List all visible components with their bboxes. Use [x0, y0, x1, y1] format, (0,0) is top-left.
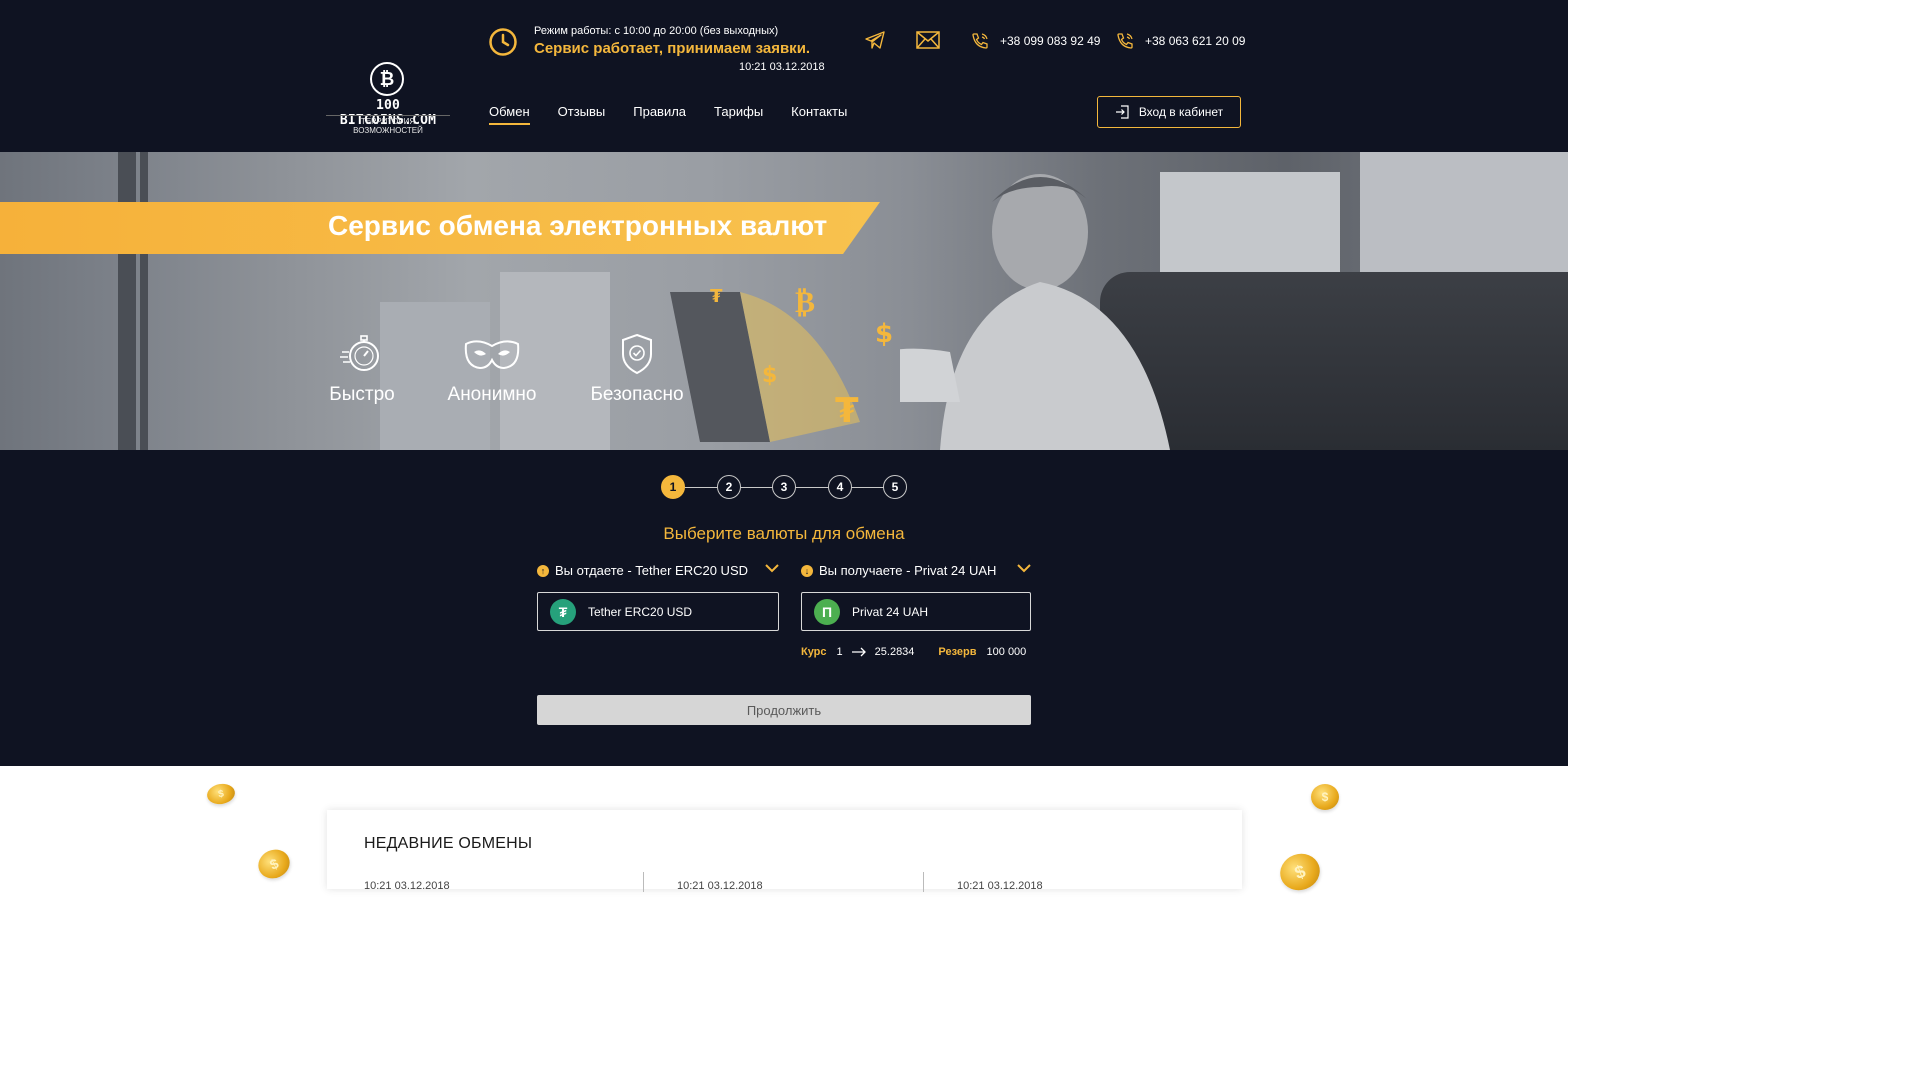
feature-secure-label: Безопасно	[590, 384, 684, 405]
svg-text:₮: ₮	[710, 286, 723, 307]
step-indicator: 1 2 3 4 5	[661, 475, 911, 499]
give-currency-label[interactable]: ↑ Вы отдаете - Tether ERC20 USD	[537, 563, 748, 578]
rate-info: Курс 1 25.2834 Резерв 100 000	[801, 646, 1026, 658]
recent-exchanges-section: $ $ $ $ НЕДАВНИЕ ОБМЕНЫ 10:21 03.12.2018…	[0, 766, 1568, 896]
phone-icon	[1117, 33, 1133, 49]
svg-text:$: $	[875, 319, 893, 349]
arrow-right-icon	[851, 647, 866, 657]
gold-coin-icon: $	[253, 844, 295, 884]
nav-item-exchange[interactable]: Обмен	[489, 104, 530, 125]
tether-icon: ₮	[550, 598, 576, 625]
phone-number-1[interactable]: +38 099 083 92 49	[1000, 34, 1100, 48]
telegram-icon[interactable]	[864, 30, 886, 50]
mail-icon[interactable]	[916, 31, 940, 49]
feature-fast-label: Быстро	[329, 384, 395, 405]
svg-text:₿: ₿	[795, 285, 815, 320]
recent-exchanges-card: НЕДАВНИЕ ОБМЕНЫ 10:21 03.12.2018 10:21 0…	[327, 810, 1242, 892]
logo-tagline: ТЕРРИТОРИЯ ВОЗМОЖНОСТЕЙ	[326, 115, 450, 135]
recent-item-time: 10:21 03.12.2018	[677, 880, 763, 892]
svg-text:$: $	[762, 363, 777, 388]
bitcoin-logo-icon: ₿	[370, 62, 404, 96]
arrow-up-icon: ↑	[537, 564, 549, 577]
step-3: 3	[772, 475, 796, 499]
divider	[643, 872, 644, 892]
continue-button[interactable]: Продолжить	[537, 695, 1031, 725]
reserve-value: 100 000	[986, 646, 1027, 658]
site-header: ₿ 100 BITCOINS.COM ТЕРРИТОРИЯ ВОЗМОЖНОСТ…	[0, 0, 1568, 152]
privat24-icon: П	[814, 598, 840, 625]
main-nav: Обмен Отзывы Правила Тарифы Контакты	[489, 104, 847, 125]
rate-label: Курс	[801, 646, 827, 658]
exchange-section: 1 2 3 4 5 Выберите валюты для обмена ↑ В…	[0, 450, 1568, 766]
clock-icon	[489, 28, 517, 56]
working-hours: Режим работы: с 10:00 до 20:00 (без выхо…	[534, 25, 779, 37]
recent-item-time: 10:21 03.12.2018	[364, 880, 450, 892]
login-label: Вход в кабинет	[1138, 105, 1224, 119]
get-label-text: Вы получаете - Privat 24 UAH	[819, 563, 997, 578]
nav-item-tariffs[interactable]: Тарифы	[714, 104, 763, 125]
exchange-title: Выберите валюты для обмена	[663, 524, 905, 543]
hero-title: Сервис обмена электронных валют	[328, 210, 828, 241]
phone-icon	[972, 33, 988, 49]
give-currency-select[interactable]: ₮ Tether ERC20 USD	[537, 592, 779, 631]
chevron-down-icon[interactable]	[1017, 563, 1031, 573]
feature-anonymous: Анонимно	[444, 332, 540, 406]
chevron-down-icon[interactable]	[765, 563, 779, 573]
step-5: 5	[883, 475, 907, 499]
nav-item-reviews[interactable]: Отзывы	[558, 104, 606, 125]
service-status: Сервис работает, принимаем заявки.	[534, 40, 811, 57]
background-building	[1360, 152, 1568, 282]
feature-fast: Быстро	[326, 332, 398, 406]
site-logo[interactable]: ₿ 100 BITCOINS.COM ТЕРРИТОРИЯ ВОЗМОЖНОСТ…	[326, 62, 450, 135]
step-2: 2	[717, 475, 741, 499]
get-currency-value: Privat 24 UAH	[852, 604, 929, 619]
window-frame	[118, 152, 136, 450]
arrow-down-icon: ↓	[801, 564, 813, 577]
get-currency-label[interactable]: ↓ Вы получаете - Privat 24 UAH	[801, 563, 996, 578]
step-1: 1	[661, 475, 685, 499]
reserve-label: Резерв	[938, 646, 977, 658]
stopwatch-icon	[340, 335, 379, 371]
mask-icon	[464, 340, 520, 370]
gold-coin-icon: $	[1311, 784, 1339, 810]
current-datetime: 10:21 03.12.2018	[739, 61, 825, 73]
recent-exchanges-title: НЕДАВНИЕ ОБМЕНЫ	[364, 835, 533, 852]
shield-icon	[622, 333, 652, 375]
step-4: 4	[828, 475, 852, 499]
svg-text:₮: ₮	[835, 391, 859, 431]
login-button[interactable]: Вход в кабинет	[1097, 96, 1241, 128]
give-currency-value: Tether ERC20 USD	[588, 604, 693, 619]
feature-anonymous-label: Анонимно	[447, 384, 537, 405]
laptop-glow-graphic: ₮ ₿ $ $ ₮	[670, 285, 893, 442]
window-frame	[140, 152, 148, 450]
feature-secure: Безопасно	[588, 332, 686, 406]
man-with-laptop-photo	[900, 174, 1170, 450]
gold-coin-icon: $	[1275, 848, 1325, 896]
nav-item-contacts[interactable]: Контакты	[791, 104, 847, 125]
get-currency-select[interactable]: П Privat 24 UAH	[801, 592, 1031, 631]
rate-to: 25.2834	[874, 646, 915, 658]
gold-coin-icon: $	[205, 781, 237, 807]
rate-from: 1	[836, 646, 843, 658]
nav-item-rules[interactable]: Правила	[633, 104, 686, 125]
phone-number-2[interactable]: +38 063 621 20 09	[1145, 34, 1245, 48]
recent-item-time: 10:21 03.12.2018	[957, 880, 1043, 892]
hero-banner: ₮ ₿ $ $ ₮ Сервис обмена электронных валю…	[0, 152, 1568, 450]
login-icon	[1115, 105, 1129, 119]
divider	[923, 872, 924, 892]
give-label-text: Вы отдаете - Tether ERC20 USD	[555, 563, 749, 578]
